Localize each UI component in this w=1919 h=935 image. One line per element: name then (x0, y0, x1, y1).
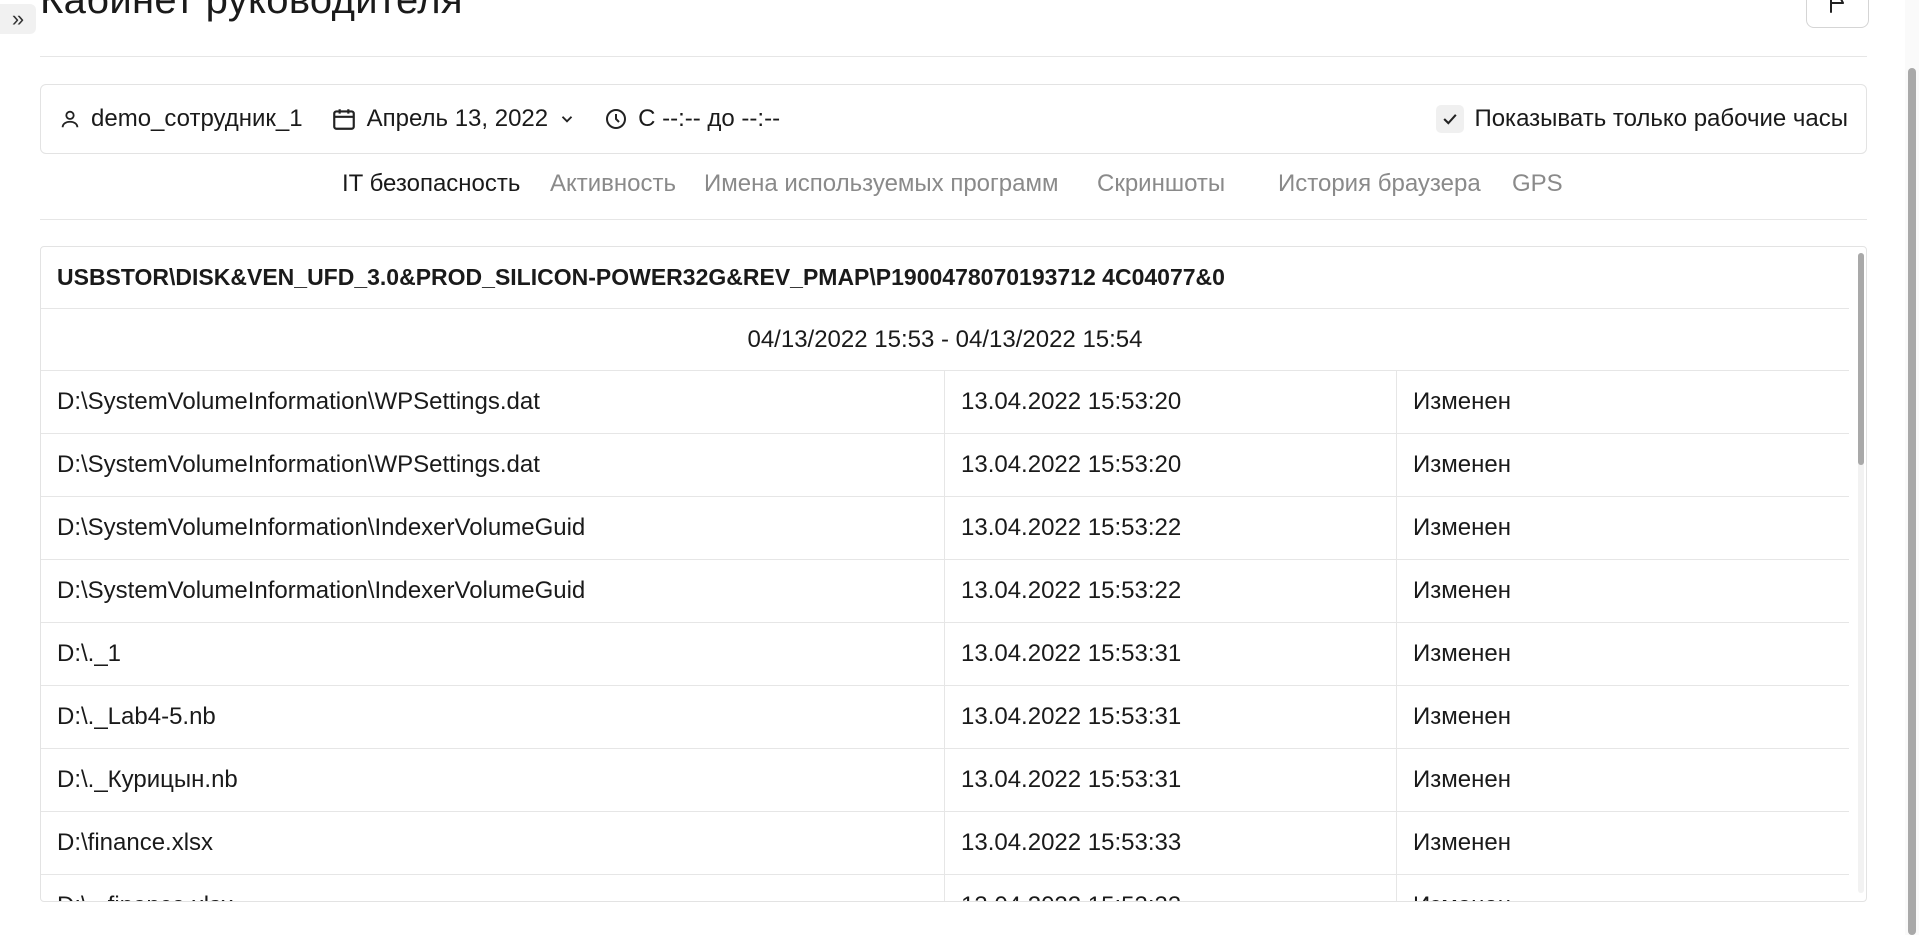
tab-bar: IT безопасность Активность Имена использ… (0, 170, 1919, 206)
time-range-picker[interactable]: С --:-- до --:-- (604, 105, 780, 133)
panel-scrollbar[interactable] (1858, 253, 1864, 893)
table-row: D:\SystemVolumeInformation\WPSettings.da… (41, 371, 1849, 434)
tab-screenshots[interactable]: Скриншоты (1097, 170, 1225, 198)
table-row: D:\._Lab4-5.nb 13.04.2022 15:53:31 Измен… (41, 686, 1849, 749)
timestamp-cell: 13.04.2022 15:53:22 (945, 560, 1397, 622)
table-row: D:\._1 13.04.2022 15:53:31 Изменен (41, 623, 1849, 686)
file-path-cell: D:\._Lab4-5.nb (41, 686, 945, 748)
tab-it-security[interactable]: IT безопасность (342, 170, 520, 198)
date-value: Апрель 13, 2022 (366, 105, 549, 132)
filter-bar: demo_сотрудник_1 Апрель 13, 2022 С --:--… (40, 84, 1867, 154)
timestamp-cell: 13.04.2022 15:53:33 (945, 875, 1397, 901)
timestamp-cell: 13.04.2022 15:53:20 (945, 371, 1397, 433)
file-path-cell: D:\._1 (41, 623, 945, 685)
action-cell: Изменен (1413, 829, 1511, 856)
tab-gps[interactable]: GPS (1512, 170, 1563, 198)
session-row: 04/13/2022 15:53 - 04/13/2022 15:54 (41, 309, 1849, 371)
timestamp-cell: 13.04.2022 15:53:31 (945, 623, 1397, 685)
session-time: 04/13/2022 15:53 - 04/13/2022 15:54 (747, 325, 1143, 353)
clock-icon (606, 109, 627, 129)
employee-selector[interactable]: demo_сотрудник_1 (59, 105, 303, 133)
table-row: D:\SystemVolumeInformation\WPSettings.da… (41, 434, 1849, 497)
work-hours-label: Показывать только рабочие часы (1474, 105, 1848, 132)
check-icon (1443, 114, 1458, 125)
page-title: Кабинет руководителя (40, 0, 463, 22)
employee-name: demo_сотрудник_1 (91, 105, 303, 132)
calendar-icon (332, 109, 355, 130)
date-picker[interactable]: Апрель 13, 2022 (331, 105, 577, 133)
device-header: USBSTOR\DISK&VEN_UFD_3.0&PROD_SILICON-PO… (41, 247, 1849, 309)
page-scrollbar-thumb[interactable] (1908, 68, 1916, 935)
feedback-button[interactable] (1806, 0, 1869, 28)
header-divider (40, 56, 1867, 57)
table-row: D:\SystemVolumeInformation\IndexerVolume… (41, 497, 1849, 560)
action-cell: Изменен (1413, 514, 1511, 541)
user-icon (61, 110, 79, 128)
timestamp-cell: 13.04.2022 15:53:31 (945, 749, 1397, 811)
file-path-cell: D:\._Курицын.nb (41, 749, 945, 811)
time-range-value: С --:-- до --:-- (638, 105, 781, 132)
action-cell: Изменен (1413, 703, 1511, 730)
device-name: USBSTOR\DISK&VEN_UFD_3.0&PROD_SILICON-PO… (57, 264, 1225, 290)
work-hours-toggle[interactable]: Показывать только рабочие часы (1436, 105, 1848, 133)
file-path-cell: D:\SystemVolumeInformation\IndexerVolume… (41, 560, 945, 622)
file-path-cell: D:\SystemVolumeInformation\WPSettings.da… (41, 434, 945, 496)
tab-activity[interactable]: Активность (550, 170, 676, 198)
action-cell: Изменен (1413, 766, 1511, 793)
page-scrollbar[interactable] (1905, 0, 1919, 935)
flag-icon (1829, 0, 1844, 13)
action-cell: Изменен (1413, 640, 1511, 667)
timestamp-cell: 13.04.2022 15:53:33 (945, 812, 1397, 874)
usb-activity-panel: USBSTOR\DISK&VEN_UFD_3.0&PROD_SILICON-PO… (40, 246, 1867, 902)
file-path-cell: D:\SystemVolumeInformation\IndexerVolume… (41, 497, 945, 559)
tab-browser-history[interactable]: История браузера (1278, 170, 1481, 198)
tab-program-names[interactable]: Имена используемых программ (704, 170, 1058, 198)
timestamp-cell: 13.04.2022 15:53:22 (945, 497, 1397, 559)
panel-scrollbar-thumb[interactable] (1858, 253, 1864, 465)
chevron-down-icon (561, 116, 573, 123)
table-row: D:\._Курицын.nb 13.04.2022 15:53:31 Изме… (41, 749, 1849, 812)
action-cell: Изменен (1397, 875, 1849, 901)
sidebar-toggle-button[interactable]: » (0, 4, 36, 34)
tabs-divider (40, 219, 1867, 220)
file-path-cell: D:\finance.xlsx (41, 812, 945, 874)
file-path-cell: D:\._finance.xlsx (41, 875, 945, 901)
table-row: D:\finance.xlsx 13.04.2022 15:53:33 Изме… (41, 812, 1849, 875)
action-cell: Изменен (1413, 577, 1511, 604)
timestamp-cell: 13.04.2022 15:53:31 (945, 686, 1397, 748)
timestamp-cell: 13.04.2022 15:53:20 (945, 434, 1397, 496)
work-hours-checkbox[interactable] (1436, 105, 1465, 133)
table-row: D:\SystemVolumeInformation\IndexerVolume… (41, 560, 1849, 623)
table-row: D:\._finance.xlsx 13.04.2022 15:53:33 Из… (41, 875, 1849, 901)
action-cell: Изменен (1413, 451, 1511, 478)
file-path-cell: D:\SystemVolumeInformation\WPSettings.da… (41, 371, 945, 433)
action-cell: Изменен (1413, 388, 1511, 415)
